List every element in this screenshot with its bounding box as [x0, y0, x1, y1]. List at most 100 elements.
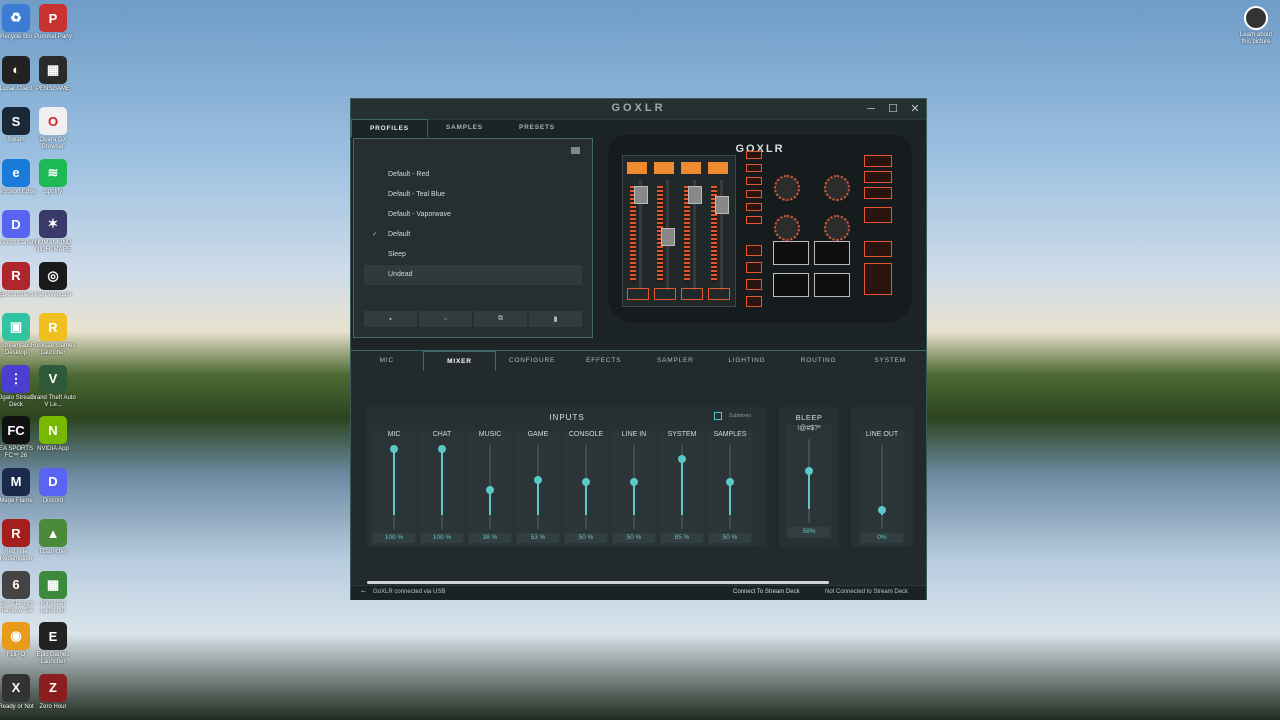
- volume-slider-handle[interactable]: [534, 476, 542, 485]
- mixer-channel: GAME 53 %: [515, 431, 561, 545]
- learn-about-label: Learn about this picture: [1239, 32, 1273, 45]
- volume-slider-handle[interactable]: [582, 478, 590, 486]
- volume-slider-track[interactable]: [881, 445, 883, 529]
- device-button[interactable]: [864, 207, 892, 223]
- new-profile-button[interactable]: ▫: [419, 311, 472, 327]
- fader-mute-button[interactable]: [627, 288, 649, 300]
- device-button[interactable]: [864, 155, 892, 167]
- volume-slider-handle[interactable]: [805, 466, 813, 475]
- desktop-icon[interactable]: V Grand Theft Auto V Le...: [29, 364, 77, 409]
- desktop-icon[interactable]: N NVIDIA App: [29, 416, 77, 453]
- submixes-checkbox[interactable]: [714, 412, 722, 420]
- desktop-icon[interactable]: ◎ Iriun Webcam: [29, 261, 77, 299]
- profile-item[interactable]: ✓ Default: [364, 225, 582, 245]
- device-button[interactable]: [864, 241, 892, 257]
- volume-slider-handle[interactable]: [390, 445, 398, 453]
- connect-stream-deck-link[interactable]: Connect To Stream Deck: [733, 589, 800, 595]
- fader-scribble-screen: [708, 162, 728, 174]
- device-knob[interactable]: [824, 175, 850, 201]
- desktop-icon[interactable]: D Discord: [29, 467, 77, 505]
- desktop-icon[interactable]: ▦ Minecraft Launcher: [29, 570, 77, 615]
- desktop-icon[interactable]: P Pummel Party: [29, 4, 77, 41]
- tab-mic[interactable]: MIC: [351, 351, 423, 371]
- device-button[interactable]: [864, 171, 892, 183]
- device-mid-button[interactable]: [746, 262, 762, 273]
- profile-item[interactable]: Default - Teal Blue: [364, 185, 582, 205]
- desktop-icon[interactable]: R Rockstar Games Launcher: [29, 313, 77, 357]
- fader-mute-button[interactable]: [654, 288, 676, 300]
- volume-slider-handle[interactable]: [486, 485, 494, 494]
- tab-profiles[interactable]: PROFILES: [351, 119, 428, 137]
- mixer-channel: !@#$?* 58%: [786, 425, 832, 539]
- desktop-icon[interactable]: O Opera GX Browser: [29, 107, 77, 151]
- save-profile-button[interactable]: ▪: [364, 311, 417, 327]
- profile-item[interactable]: Undead: [364, 265, 582, 285]
- tab-system[interactable]: SYSTEM: [854, 351, 926, 371]
- device-knob[interactable]: [774, 215, 800, 241]
- minimize-button[interactable]: ─: [863, 101, 879, 117]
- device-mid-button[interactable]: [746, 177, 762, 185]
- volume-slider-handle[interactable]: [878, 505, 886, 514]
- fader-knob[interactable]: [715, 196, 729, 214]
- learn-about-picture-icon[interactable]: Learn about this picture: [1236, 6, 1276, 46]
- tab-configure[interactable]: CONFIGURE: [496, 351, 568, 371]
- volume-slider-handle[interactable]: [678, 454, 686, 463]
- desktop-icon[interactable]: ▦ PENSGAME: [29, 55, 77, 93]
- volume-slider-handle[interactable]: [726, 478, 734, 486]
- tab-samples[interactable]: SAMPLES: [428, 119, 501, 137]
- folder-icon[interactable]: [571, 147, 580, 154]
- device-button[interactable]: [864, 187, 892, 199]
- sample-pad[interactable]: [814, 273, 850, 297]
- tab-presets[interactable]: PRESETS: [501, 119, 573, 137]
- desktop-icon[interactable]: E Epic Games Launcher: [29, 622, 77, 666]
- desktop-icon[interactable]: ≋ Spotify: [29, 158, 77, 196]
- volume-slider-fill: [808, 470, 810, 509]
- fader-mute-button[interactable]: [708, 288, 730, 300]
- stream-deck-status-text: Not Connected to Stream Deck: [825, 589, 909, 595]
- inputs-panel: INPUTS Submixes MIC 100 % CHAT 100 % MUSIC 38…: [367, 407, 767, 547]
- tab-sampler[interactable]: SAMPLER: [640, 351, 712, 371]
- sample-pad[interactable]: [773, 241, 809, 265]
- device-mid-button[interactable]: [746, 216, 762, 224]
- profile-item[interactable]: Default - Red: [364, 165, 582, 185]
- device-knob[interactable]: [774, 175, 800, 201]
- device-mid-button[interactable]: [746, 296, 762, 307]
- app-icon: M: [2, 467, 30, 496]
- delete-profile-button[interactable]: ▮: [529, 311, 582, 327]
- maximize-button[interactable]: ☐: [885, 101, 901, 117]
- device-mid-button[interactable]: [746, 279, 762, 290]
- app-icon: 6: [2, 570, 30, 599]
- tab-effects[interactable]: EFFECTS: [568, 351, 640, 371]
- fader-knob[interactable]: [661, 228, 675, 246]
- fader-knob[interactable]: [634, 186, 648, 204]
- fader-mute-button[interactable]: [681, 288, 703, 300]
- app-icon: FC: [2, 416, 30, 444]
- desktop-icon[interactable]: Z Zero Hour: [29, 673, 77, 711]
- title-bar[interactable]: GOXLR ─ ☐ ✕: [351, 99, 926, 120]
- profile-list: Default - Red Default - Teal Blue Default …: [364, 165, 582, 285]
- desktop-icon[interactable]: ▲ TLauncher: [29, 519, 77, 556]
- device-mid-button[interactable]: [746, 151, 762, 159]
- tab-routing[interactable]: ROUTING: [783, 351, 855, 371]
- sample-pad[interactable]: [814, 241, 850, 265]
- desktop-icon[interactable]: ✶ HUMANKIND NIGHTMARE: [29, 210, 77, 254]
- device-mid-button[interactable]: [746, 245, 762, 256]
- device-mid-button[interactable]: [746, 203, 762, 211]
- profile-item[interactable]: Sleep: [364, 245, 582, 265]
- sample-pad[interactable]: [773, 273, 809, 297]
- close-button[interactable]: ✕: [907, 101, 923, 117]
- tab-mixer[interactable]: MIXER: [422, 351, 497, 371]
- copy-profile-button[interactable]: ⧉: [474, 311, 527, 327]
- device-mid-button[interactable]: [746, 190, 762, 198]
- app-icon: P: [39, 4, 67, 32]
- tab-lighting[interactable]: LIGHTING: [711, 351, 783, 371]
- volume-slider-handle[interactable]: [438, 445, 446, 453]
- fader-knob[interactable]: [688, 186, 702, 204]
- profile-item[interactable]: Default - Vaporwave: [364, 205, 582, 225]
- device-mid-button[interactable]: [746, 164, 762, 172]
- mic-cough-button[interactable]: [864, 263, 892, 295]
- device-knob[interactable]: [824, 215, 850, 241]
- horizontal-scrollbar[interactable]: [367, 581, 829, 584]
- volume-slider-handle[interactable]: [630, 478, 638, 486]
- volume-slider-fill: [633, 482, 635, 515]
